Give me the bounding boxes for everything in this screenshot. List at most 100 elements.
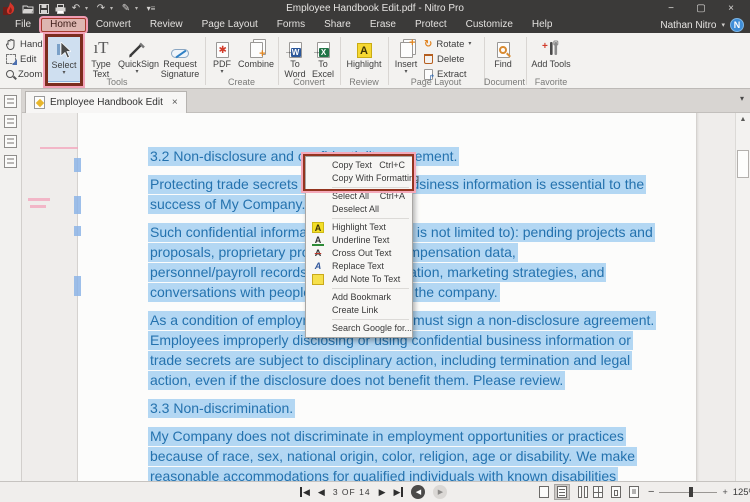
ribbon-tab[interactable]: Page Layout	[193, 18, 267, 32]
document-text-line: As a condition of employment, employees …	[148, 310, 723, 330]
highlight-button[interactable]: A Highlight	[344, 36, 384, 82]
undo-icon[interactable]: ↶	[69, 2, 83, 16]
rotate-button[interactable]: ↻ Rotate▾	[424, 37, 471, 51]
page-view-modes	[536, 484, 642, 500]
menu-item-cross-out-text[interactable]: A Cross Out Text	[306, 247, 412, 260]
combine-button[interactable]: + Combine	[238, 36, 274, 82]
pdf-create-button[interactable]: ✱ PDF ▾	[209, 36, 235, 82]
status-bar: ◀ ◀ 3 OF 14 ▶ ▶ ◀ ▶ − + 125%	[0, 481, 750, 502]
next-view-icon[interactable]: ▶	[433, 485, 447, 499]
previous-page-icon[interactable]: ◀	[318, 487, 325, 497]
vertical-scrollbar[interactable]: ▲	[735, 113, 750, 481]
security-panel-icon[interactable]	[4, 155, 17, 168]
quicksign-qat-icon[interactable]: ✎	[119, 2, 133, 16]
svg-text:+: +	[542, 41, 548, 52]
menu-item-copy-with-formatting[interactable]: Copy With Formatting	[306, 172, 412, 185]
continuous-facing-view-icon[interactable]	[608, 484, 624, 500]
zoom-slider[interactable]	[659, 492, 717, 493]
last-page-icon[interactable]: ▶	[393, 487, 403, 497]
document-text-line: Employees improperly disclosing or using…	[148, 330, 723, 350]
type-text-button[interactable]: ıT Type Text	[86, 36, 116, 82]
menu-item-add-bookmark[interactable]: Add Bookmark	[306, 291, 412, 304]
nitro-flame-logo	[3, 2, 17, 15]
zoom-out-icon[interactable]: −	[648, 486, 654, 498]
add-tools-button[interactable]: + Add Tools	[530, 36, 572, 82]
ribbon-tab[interactable]: Convert	[87, 18, 140, 32]
save-icon[interactable]	[37, 2, 51, 16]
undo-dropdown-caret[interactable]: ▾	[85, 5, 92, 12]
menu-item-create-link[interactable]: Create Link	[306, 304, 412, 317]
scroll-up-icon[interactable]: ▲	[736, 113, 750, 123]
open-icon[interactable]	[21, 2, 35, 16]
delete-button[interactable]: Delete	[424, 52, 464, 66]
zoom-slider-thumb[interactable]	[689, 487, 693, 497]
add-tools-icon: +	[542, 40, 560, 58]
to-excel-icon: →X	[317, 42, 330, 58]
ribbon-tab[interactable]: Customize	[457, 18, 522, 32]
cover-view-icon[interactable]	[626, 484, 642, 500]
menu-item-search-google[interactable]: Search Google for...	[306, 322, 412, 335]
request-signature-icon	[171, 49, 189, 58]
menu-item-underline-text[interactable]: A Underline Text	[306, 234, 412, 247]
select-cursor-icon	[57, 42, 71, 59]
menu-item-add-note-to-text[interactable]: Add Note To Text	[306, 273, 412, 286]
ribbon-tab[interactable]: Forms	[268, 18, 314, 32]
print-icon[interactable]	[53, 2, 67, 16]
ribbon-tab[interactable]: Review	[141, 18, 192, 32]
menu-separator	[332, 288, 409, 289]
ribbon-tab[interactable]: Erase	[361, 18, 405, 32]
to-excel-button[interactable]: →X To Excel	[310, 36, 336, 82]
find-button[interactable]: Find	[488, 36, 518, 82]
bookmarks-panel-icon[interactable]	[4, 115, 17, 128]
ribbon-tab[interactable]: Help	[523, 18, 562, 32]
first-page-icon[interactable]: ◀	[300, 487, 310, 497]
menu-item-deselect-all[interactable]: Deselect All	[306, 203, 412, 216]
select-tool-button[interactable]: Select ▾	[47, 36, 81, 82]
redo-icon[interactable]: ↷	[94, 2, 108, 16]
pages-panel-icon[interactable]	[4, 95, 17, 108]
menu-item-highlight-text[interactable]: A Highlight Text	[306, 221, 412, 234]
quicksign-button[interactable]: QuickSign ▾	[118, 36, 156, 82]
menu-item-select-all[interactable]: Select All Ctrl+A	[306, 190, 412, 203]
group-label-create: Create	[209, 77, 274, 87]
request-signature-button[interactable]: Request Signature	[158, 36, 202, 82]
menu-item-copy-text[interactable]: Copy Text Ctrl+C	[306, 159, 412, 172]
selection-fragment	[74, 158, 81, 172]
menu-item-replace-text[interactable]: A Replace Text	[306, 260, 412, 273]
signatures-panel-icon[interactable]	[4, 135, 17, 148]
type-text-icon: ıT	[86, 36, 116, 58]
maximize-button[interactable]: ▢	[686, 0, 716, 17]
continuous-view-icon[interactable]	[554, 484, 570, 500]
minimize-button[interactable]: −	[656, 0, 686, 17]
insert-button[interactable]: + Insert ▾	[392, 36, 420, 82]
delete-trash-icon	[424, 54, 433, 64]
ribbon-tab[interactable]: Protect	[406, 18, 456, 32]
ribbon-tab[interactable]: File	[6, 18, 40, 32]
redo-dropdown-caret[interactable]: ▾	[110, 5, 117, 12]
annotation-smudge	[28, 198, 50, 201]
previous-view-icon[interactable]: ◀	[411, 485, 425, 499]
hand-tool-button[interactable]: Hand	[6, 37, 43, 51]
user-account-menu[interactable]: Nathan Nitro ▾ N	[660, 17, 744, 33]
ribbon-tab[interactable]: Share	[315, 18, 360, 32]
scrollbar-thumb[interactable]	[737, 150, 749, 178]
tab-close-icon[interactable]: ×	[172, 97, 178, 108]
ribbon-collapse-caret[interactable]: ▾	[740, 94, 744, 103]
group-separator	[340, 37, 341, 85]
customize-qat-icon[interactable]: ▾≡	[144, 2, 158, 16]
zoom-controls: − + 125%	[648, 482, 750, 502]
document-text-line: My Company does not discriminate in empl…	[148, 426, 723, 446]
next-page-icon[interactable]: ▶	[379, 487, 386, 497]
close-button[interactable]: ×	[716, 0, 746, 17]
selected-document-text[interactable]: 3.2 Non-disclosure and confidentiality a…	[148, 146, 723, 481]
single-page-view-icon[interactable]	[536, 484, 552, 500]
rotate-icon: ↻	[424, 39, 432, 50]
grid-view-icon[interactable]	[590, 484, 606, 500]
to-word-button[interactable]: →W To Word	[282, 36, 308, 82]
quicksign-dropdown-caret[interactable]: ▾	[135, 5, 142, 12]
facing-pages-view-icon[interactable]	[572, 484, 588, 500]
ribbon-tab[interactable]: Home	[41, 18, 86, 32]
zoom-in-icon[interactable]: +	[722, 487, 727, 497]
edit-tool-button[interactable]: Edit	[6, 52, 36, 66]
document-tab[interactable]: Employee Handbook Edit ×	[25, 91, 187, 113]
